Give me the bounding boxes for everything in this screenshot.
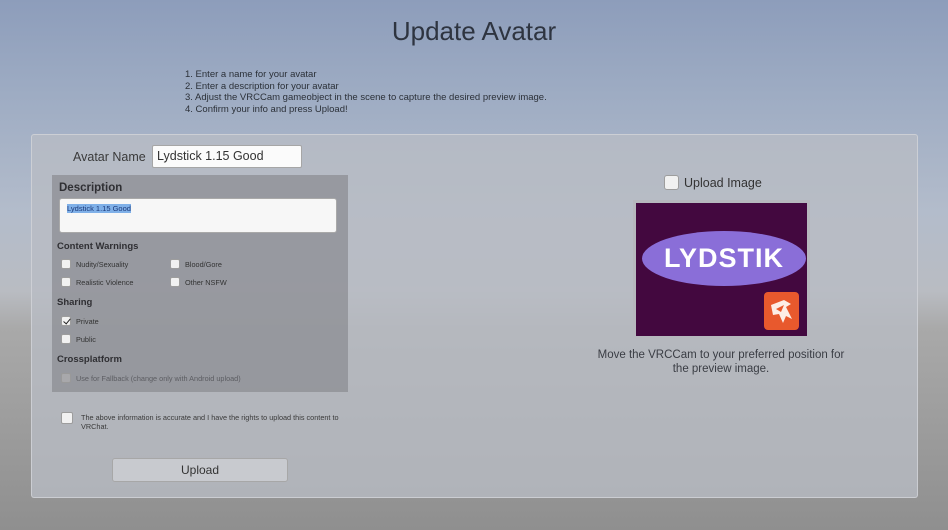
checkbox-icon xyxy=(664,175,679,190)
checkbox-icon xyxy=(61,373,71,383)
avatar-name-input[interactable]: Lydstick 1.15 Good xyxy=(152,145,302,168)
checkmark-icon xyxy=(61,316,71,326)
warning-nsfw-label: Other NSFW xyxy=(185,277,227,287)
upload-image-label: Upload Image xyxy=(684,175,762,190)
instruction-step-1: 1. Enter a name for your avatar xyxy=(185,69,317,80)
warning-nsfw-checkbox[interactable]: Other NSFW xyxy=(170,277,227,287)
checkbox-icon xyxy=(61,334,71,344)
details-box: Description Lydstick 1.15 Good Content W… xyxy=(52,175,348,392)
instruction-step-4: 4. Confirm your info and press Upload! xyxy=(185,103,348,115)
warning-blood-checkbox[interactable]: Blood/Gore xyxy=(170,259,222,269)
page-title: Update Avatar xyxy=(391,16,557,46)
preview-image: LYDSTIK xyxy=(633,200,810,339)
warning-nudity-label: Nudity/Sexuality xyxy=(76,259,129,269)
sharing-private-checkbox[interactable]: Private xyxy=(61,316,99,326)
crossplatform-heading: Crossplatform xyxy=(57,354,122,365)
instruction-step-3: 3. Adjust the VRCCam gameobject in the s… xyxy=(185,92,547,103)
description-heading: Description xyxy=(59,182,123,194)
fallback-checkbox: Use for Fallback (change only with Andro… xyxy=(61,373,241,383)
description-input[interactable]: Lydstick 1.15 Good xyxy=(59,198,337,233)
logo-text: LYDSTIK xyxy=(663,243,785,273)
checkbox-icon xyxy=(61,412,73,424)
upload-image-checkbox[interactable]: Upload Image xyxy=(664,175,762,190)
sharing-heading: Sharing xyxy=(57,297,93,308)
rights-confirmation-checkbox[interactable]: The above information is accurate and I … xyxy=(61,412,343,431)
sharing-public-label: Public xyxy=(76,334,96,344)
checkbox-icon xyxy=(61,259,71,269)
checkbox-icon xyxy=(61,277,71,287)
warning-nudity-checkbox[interactable]: Nudity/Sexuality xyxy=(61,259,128,269)
content-warnings-heading: Content Warnings xyxy=(57,241,139,252)
sharing-private-label: Private xyxy=(76,316,99,326)
sharing-public-checkbox[interactable]: Public xyxy=(61,334,96,344)
avatar-name-label: Avatar Name xyxy=(73,150,146,164)
warning-blood-label: Blood/Gore xyxy=(185,259,222,269)
warning-violence-label: Realistic Violence xyxy=(76,277,134,287)
corner-logo-icon xyxy=(764,292,799,330)
checkbox-icon xyxy=(170,259,180,269)
description-selected-text: Lydstick 1.15 Good xyxy=(67,204,131,213)
checkbox-icon xyxy=(170,277,180,287)
warning-violence-checkbox[interactable]: Realistic Violence xyxy=(61,277,133,287)
upload-button[interactable]: Upload xyxy=(112,458,288,482)
preview-caption: Move the VRCCam to your preferred positi… xyxy=(597,349,845,375)
instruction-step-2: 2. Enter a description for your avatar xyxy=(185,80,339,92)
rights-confirmation-label: The above information is accurate and I … xyxy=(81,413,339,431)
fallback-label: Use for Fallback (change only with Andro… xyxy=(76,373,241,383)
logo-ellipse: LYDSTIK xyxy=(642,231,806,286)
instructions: 1. Enter a name for your avatar 2. Enter… xyxy=(185,69,547,115)
